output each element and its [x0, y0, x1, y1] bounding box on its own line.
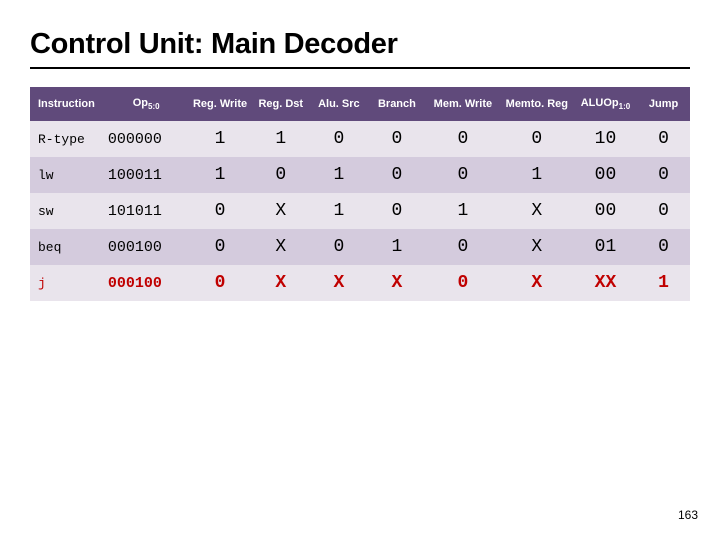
cell-memwrite: 0	[426, 121, 500, 157]
cell-regwrite: 0	[188, 265, 251, 301]
cell-alusrc: 0	[310, 121, 368, 157]
hdr-memwrite: Mem. Write	[426, 87, 500, 121]
header-row: Instruction Op5:0 Reg. Write Reg. Dst Al…	[30, 87, 690, 121]
hdr-branch: Branch	[368, 87, 426, 121]
cell-regwrite: 1	[188, 157, 251, 193]
cell-alusrc: X	[310, 265, 368, 301]
cell-jump: 0	[637, 229, 690, 265]
cell-memwrite: 0	[426, 157, 500, 193]
cell-memtoreg: X	[500, 193, 574, 229]
cell-regdst: X	[252, 229, 310, 265]
cell-aluop: 10	[574, 121, 637, 157]
page-title: Control Unit: Main Decoder	[30, 28, 690, 61]
hdr-regwrite: Reg. Write	[188, 87, 251, 121]
hdr-op-pre: Op	[133, 97, 148, 109]
cell-instruction: lw	[30, 157, 104, 193]
cell-alusrc: 1	[310, 157, 368, 193]
cell-jump: 0	[637, 121, 690, 157]
hdr-regdst: Reg. Dst	[252, 87, 310, 121]
cell-memwrite: 1	[426, 193, 500, 229]
hdr-instruction: Instruction	[30, 87, 104, 121]
cell-aluop: XX	[574, 265, 637, 301]
table-row: lw100011101001000	[30, 157, 690, 193]
cell-branch: 0	[368, 157, 426, 193]
cell-instruction: beq	[30, 229, 104, 265]
table-body: R-type000000110000100lw100011101001000sw…	[30, 121, 690, 301]
cell-op: 000000	[104, 121, 188, 157]
cell-instruction: R-type	[30, 121, 104, 157]
cell-regdst: X	[252, 193, 310, 229]
cell-branch: X	[368, 265, 426, 301]
hdr-aluop-sub: 1:0	[619, 102, 631, 111]
cell-alusrc: 1	[310, 193, 368, 229]
cell-aluop: 00	[574, 193, 637, 229]
hdr-aluop-pre: ALUOp	[581, 97, 619, 109]
cell-memtoreg: 0	[500, 121, 574, 157]
hdr-alusrc: Alu. Src	[310, 87, 368, 121]
hdr-aluop: ALUOp1:0	[574, 87, 637, 121]
cell-jump: 0	[637, 157, 690, 193]
cell-regdst: X	[252, 265, 310, 301]
cell-jump: 1	[637, 265, 690, 301]
decoder-table: Instruction Op5:0 Reg. Write Reg. Dst Al…	[30, 87, 690, 301]
cell-regwrite: 0	[188, 229, 251, 265]
table-head: Instruction Op5:0 Reg. Write Reg. Dst Al…	[30, 87, 690, 121]
hdr-op-sub: 5:0	[148, 102, 160, 111]
cell-instruction: j	[30, 265, 104, 301]
cell-memtoreg: 1	[500, 157, 574, 193]
hdr-jump: Jump	[637, 87, 690, 121]
cell-branch: 1	[368, 229, 426, 265]
cell-op: 000100	[104, 265, 188, 301]
cell-memtoreg: X	[500, 229, 574, 265]
table-row: sw1010110X101X000	[30, 193, 690, 229]
cell-jump: 0	[637, 193, 690, 229]
table-row: j0001000XXX0XXX1	[30, 265, 690, 301]
cell-aluop: 00	[574, 157, 637, 193]
cell-alusrc: 0	[310, 229, 368, 265]
hdr-memtoreg: Memto. Reg	[500, 87, 574, 121]
cell-regdst: 0	[252, 157, 310, 193]
cell-op: 100011	[104, 157, 188, 193]
page-number: 163	[678, 508, 698, 522]
cell-memwrite: 0	[426, 229, 500, 265]
cell-regwrite: 0	[188, 193, 251, 229]
table-row: beq0001000X010X010	[30, 229, 690, 265]
cell-branch: 0	[368, 121, 426, 157]
slide: Control Unit: Main Decoder Instruction O…	[0, 0, 720, 301]
cell-regdst: 1	[252, 121, 310, 157]
cell-op: 000100	[104, 229, 188, 265]
cell-instruction: sw	[30, 193, 104, 229]
title-rule	[30, 67, 690, 69]
hdr-op: Op5:0	[104, 87, 188, 121]
cell-memtoreg: X	[500, 265, 574, 301]
table-row: R-type000000110000100	[30, 121, 690, 157]
cell-aluop: 01	[574, 229, 637, 265]
cell-regwrite: 1	[188, 121, 251, 157]
cell-branch: 0	[368, 193, 426, 229]
cell-memwrite: 0	[426, 265, 500, 301]
cell-op: 101011	[104, 193, 188, 229]
